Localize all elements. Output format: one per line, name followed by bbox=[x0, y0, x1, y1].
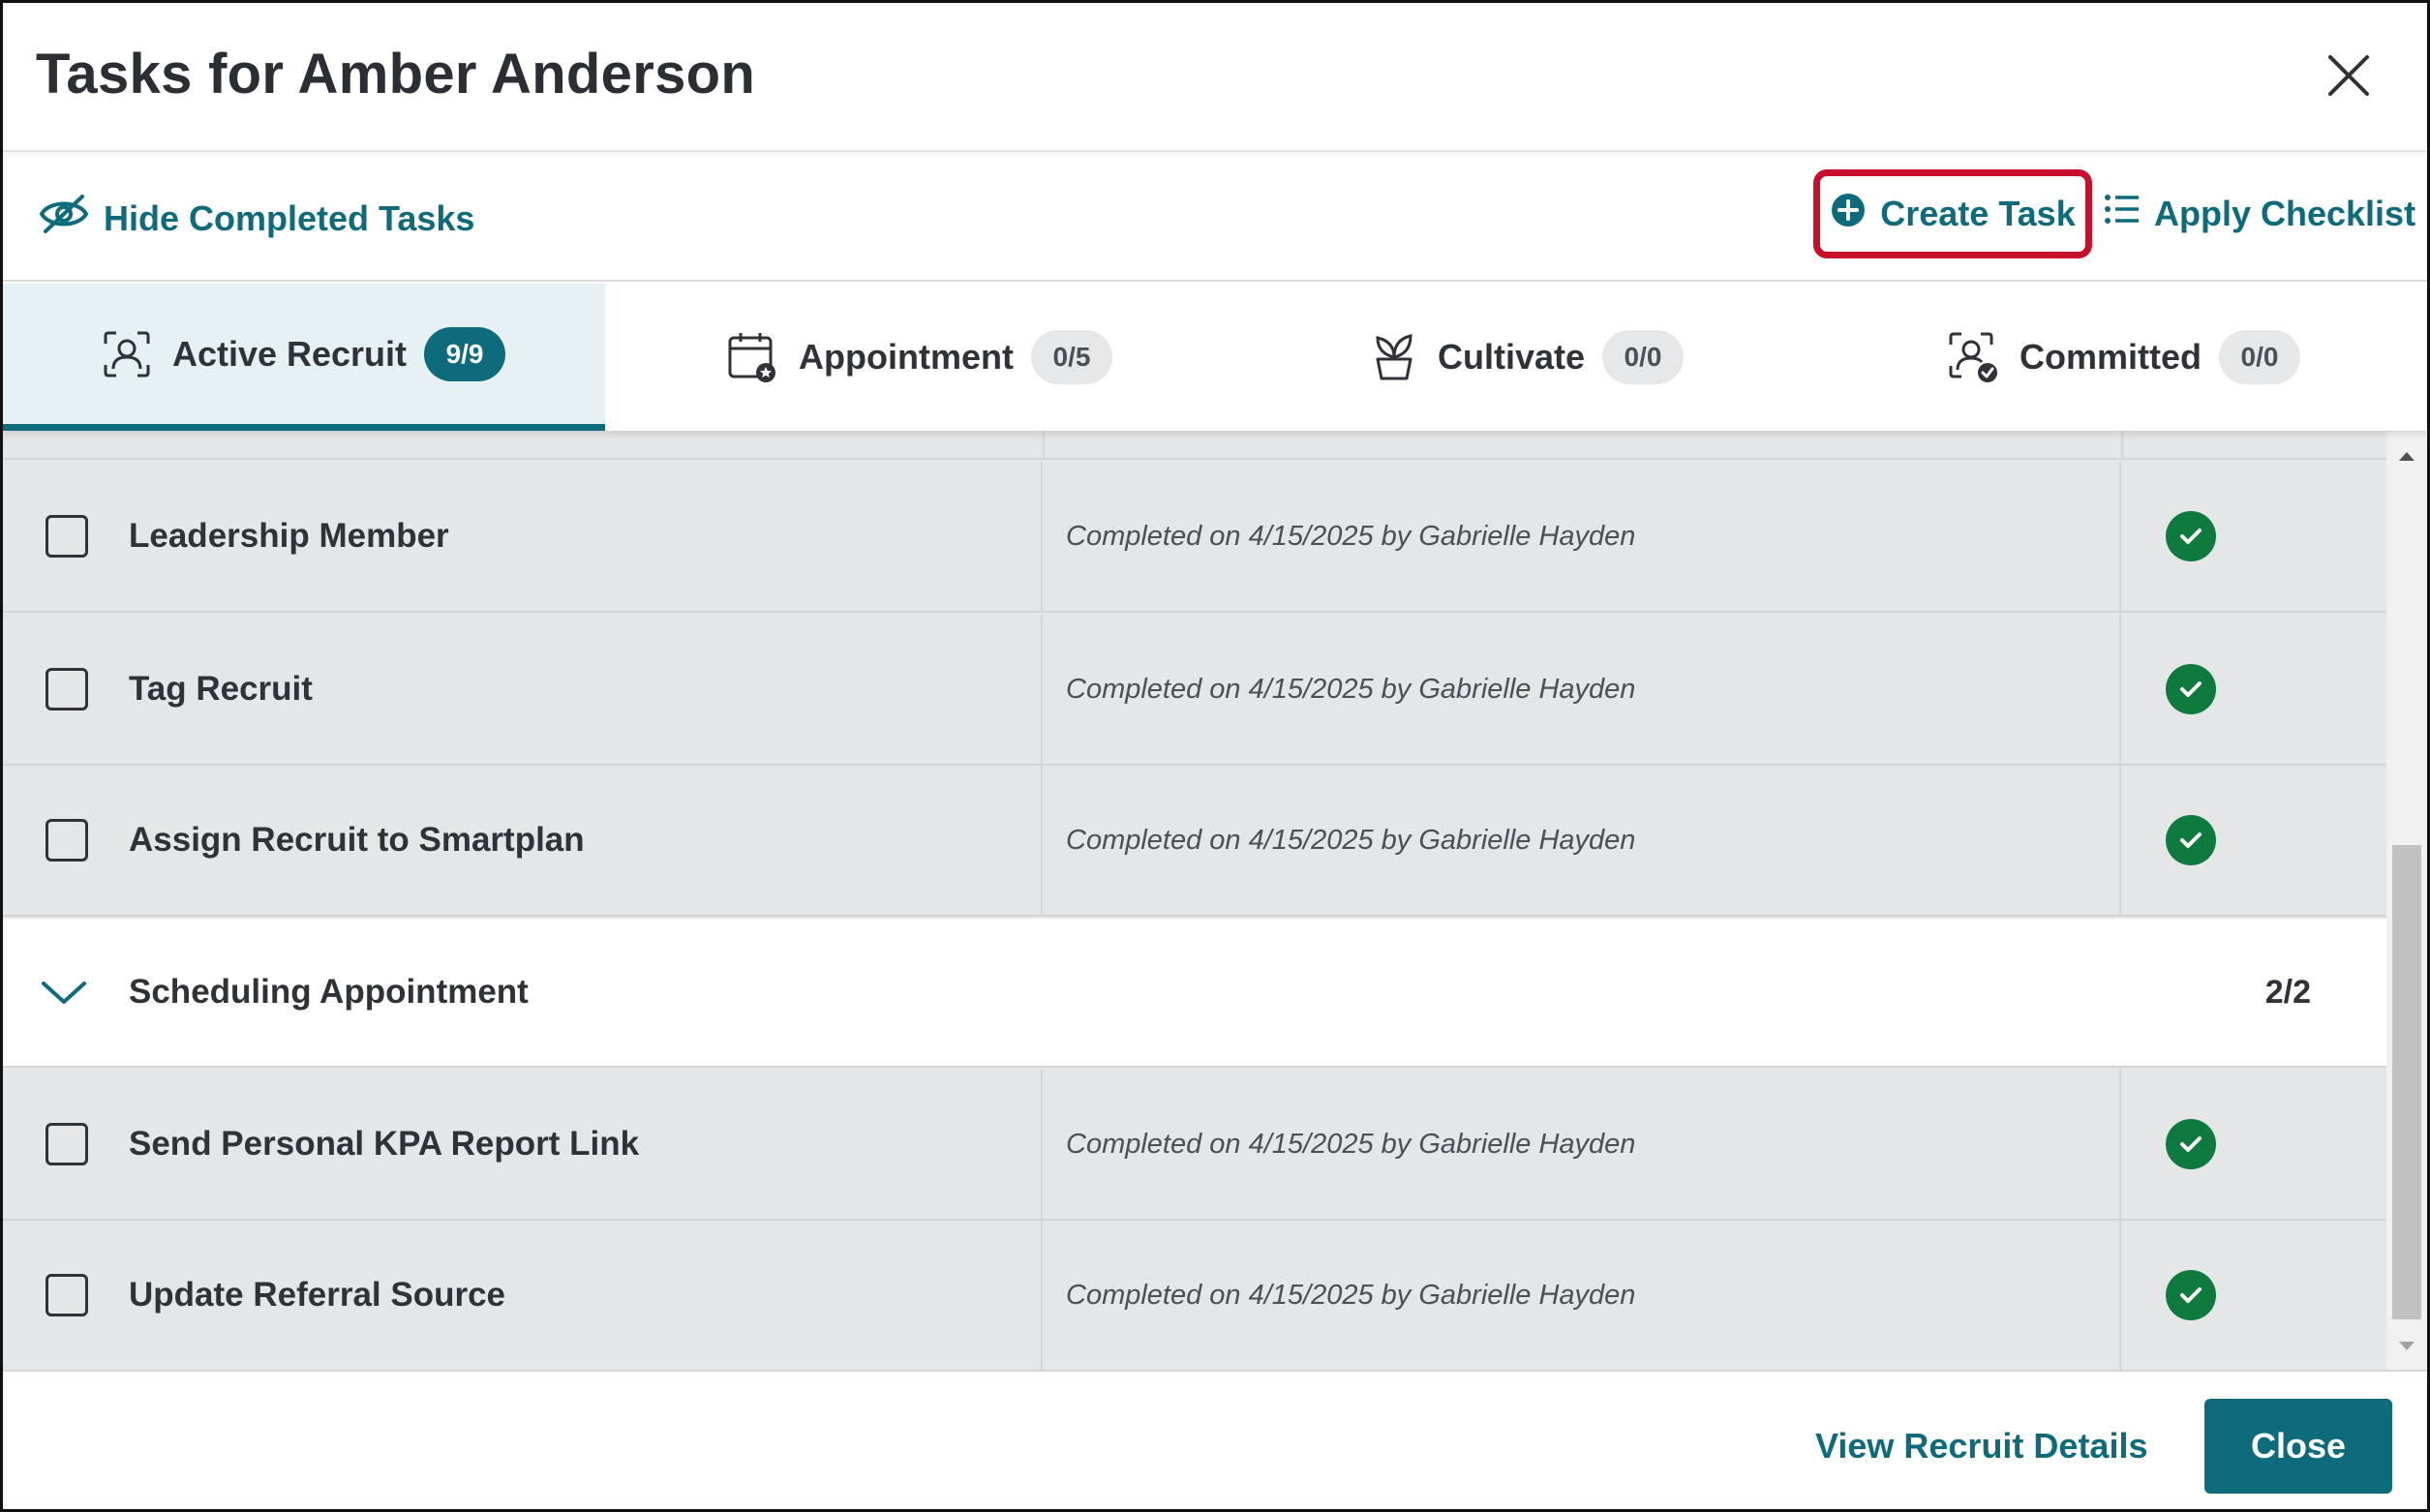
tab-appointment-count: 0/5 bbox=[1030, 330, 1112, 384]
task-row: Send Personal KPA Report Link Completed … bbox=[3, 1070, 2386, 1221]
tab-active-recruit[interactable]: Active Recruit 9/9 bbox=[3, 284, 605, 431]
task-checkbox[interactable] bbox=[46, 515, 88, 558]
task-status: Completed on 4/15/2025 by Gabrielle Hayd… bbox=[1045, 615, 2121, 764]
tab-committed-count: 0/0 bbox=[2219, 330, 2300, 384]
scroll-up-arrow-icon[interactable] bbox=[2386, 438, 2427, 473]
dialog-header: Tasks for Amber Anderson bbox=[3, 3, 2427, 152]
calendar-star-icon bbox=[727, 331, 777, 383]
tab-appointment-label: Appointment bbox=[799, 337, 1014, 377]
check-circle-icon bbox=[2166, 511, 2216, 561]
tab-active-recruit-label: Active Recruit bbox=[171, 333, 408, 374]
hide-completed-tasks-button[interactable]: Hide Completed Tasks bbox=[38, 193, 474, 244]
task-name: Update Referral Source bbox=[129, 1276, 506, 1314]
view-recruit-details-link[interactable]: View Recruit Details bbox=[1815, 1426, 2147, 1467]
apply-checklist-button[interactable]: Apply Checklist bbox=[2104, 193, 2415, 234]
create-task-button[interactable]: Create Task bbox=[1813, 169, 2092, 258]
task-group-count: 2/2 bbox=[2264, 973, 2311, 1011]
task-status: Completed on 4/15/2025 by Gabrielle Hayd… bbox=[1045, 1221, 2121, 1370]
task-row: Update Referral Source Completed on 4/15… bbox=[3, 1221, 2386, 1370]
task-checkbox[interactable] bbox=[46, 1274, 88, 1316]
check-circle-icon bbox=[2166, 1119, 2216, 1169]
tab-active-recruit-count: 9/9 bbox=[424, 326, 506, 381]
task-name: Send Personal KPA Report Link bbox=[129, 1125, 640, 1163]
check-circle-icon bbox=[2166, 815, 2216, 865]
chevron-down-icon[interactable] bbox=[40, 978, 88, 1007]
plus-circle-icon bbox=[1830, 192, 1880, 237]
close-button[interactable]: Close bbox=[2204, 1399, 2392, 1494]
check-circle-icon bbox=[2166, 664, 2216, 714]
dialog-title: Tasks for Amber Anderson bbox=[36, 43, 756, 106]
task-name: Leadership Member bbox=[129, 517, 449, 555]
scrollbar-thumb[interactable] bbox=[2392, 845, 2421, 1319]
apply-checklist-label: Apply Checklist bbox=[2154, 193, 2416, 233]
check-circle-icon bbox=[2166, 1270, 2216, 1320]
task-checkbox[interactable] bbox=[46, 668, 88, 711]
scroll-down-arrow-icon[interactable] bbox=[2386, 1329, 2427, 1364]
vertical-scrollbar[interactable] bbox=[2386, 431, 2427, 1370]
person-scan-icon bbox=[103, 330, 151, 378]
list-icon bbox=[2104, 193, 2154, 234]
task-row: Tag Recruit Completed on 4/15/2025 by Ga… bbox=[3, 615, 2386, 766]
task-status: Completed on 4/15/2025 by Gabrielle Hayd… bbox=[1045, 1070, 2121, 1219]
task-row: Leadership Member Completed on 4/15/2025… bbox=[3, 462, 2386, 613]
task-list[interactable]: Leadership Member Completed on 4/15/2025… bbox=[3, 431, 2386, 1370]
tab-bar: Active Recruit 9/9 Appointment 0/5 Culti… bbox=[3, 284, 2427, 431]
toolbar: Hide Completed Tasks Create Task Apply C… bbox=[3, 154, 2427, 282]
eye-slash-icon bbox=[38, 193, 104, 244]
tab-appointment[interactable]: Appointment 0/5 bbox=[605, 284, 1234, 431]
tab-cultivate-count: 0/0 bbox=[1602, 330, 1685, 384]
partial-task-row bbox=[3, 431, 2386, 460]
task-group-title: Scheduling Appointment bbox=[129, 973, 529, 1011]
tab-cultivate-label: Cultivate bbox=[1437, 337, 1586, 377]
task-checkbox[interactable] bbox=[46, 1123, 88, 1165]
task-row: Assign Recruit to Smartplan Completed on… bbox=[3, 766, 2386, 917]
task-name: Tag Recruit bbox=[129, 670, 313, 708]
tab-committed-label: Committed bbox=[2020, 337, 2202, 377]
tab-cultivate[interactable]: Cultivate 0/0 bbox=[1234, 284, 1821, 431]
task-group-header[interactable]: Scheduling Appointment 2/2 bbox=[3, 919, 2386, 1068]
person-check-icon bbox=[1948, 331, 1998, 383]
tasks-dialog: Tasks for Amber Anderson Hide Completed … bbox=[0, 0, 2430, 1512]
task-name: Assign Recruit to Smartplan bbox=[129, 821, 585, 859]
close-icon[interactable] bbox=[2324, 51, 2373, 100]
dialog-footer: View Recruit Details Close bbox=[3, 1370, 2427, 1509]
plant-pot-icon bbox=[1372, 332, 1416, 382]
create-task-label: Create Task bbox=[1880, 194, 2076, 233]
hide-completed-label: Hide Completed Tasks bbox=[104, 197, 475, 238]
tab-committed[interactable]: Committed 0/0 bbox=[1821, 284, 2427, 431]
task-status: Completed on 4/15/2025 by Gabrielle Hayd… bbox=[1045, 766, 2121, 915]
task-status: Completed on 4/15/2025 by Gabrielle Hayd… bbox=[1045, 462, 2121, 611]
task-checkbox[interactable] bbox=[46, 819, 88, 862]
